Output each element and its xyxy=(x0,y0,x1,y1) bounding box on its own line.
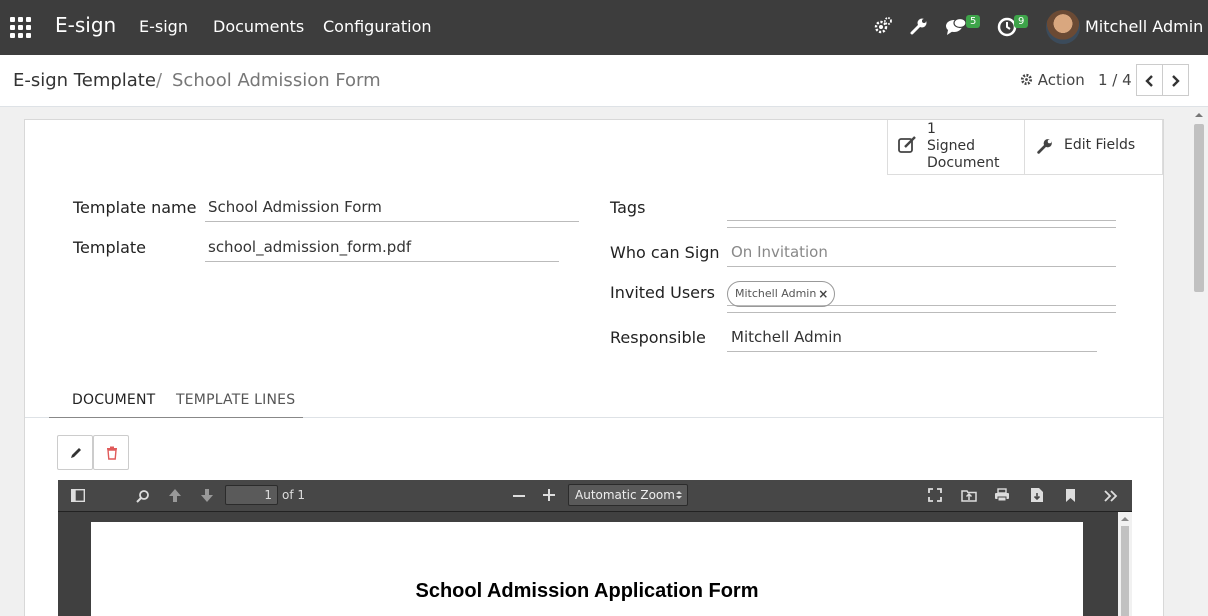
responsible-field[interactable]: Mitchell Admin xyxy=(727,328,1097,352)
remove-tag-icon[interactable]: × xyxy=(818,282,828,306)
previous-page-icon[interactable] xyxy=(168,488,182,503)
pencil-icon xyxy=(71,448,81,458)
signed-documents-stat-button[interactable]: 1 Signed Document xyxy=(887,120,1025,175)
zoom-value: Automatic Zoom xyxy=(575,488,675,502)
pdf-page: School Admission Application Form xyxy=(91,522,1083,616)
tags-label: Tags xyxy=(610,198,646,217)
chevron-left-icon xyxy=(1145,75,1153,87)
gear-icon xyxy=(1020,73,1033,86)
wrench-icon xyxy=(1037,139,1052,154)
messages-badge: 5 xyxy=(966,15,981,28)
zoom-out-icon[interactable] xyxy=(513,495,525,497)
scroll-up-arrow-icon xyxy=(1195,113,1203,117)
edit-document-icon xyxy=(898,136,916,153)
select-arrows-icon xyxy=(676,491,682,499)
page-total: of 1 xyxy=(282,488,306,502)
debug-gears-icon[interactable] xyxy=(872,15,894,37)
app-brand[interactable]: E-sign xyxy=(55,13,116,37)
tabs-underline xyxy=(49,417,303,418)
control-panel: E-sign Template / School Admission Form … xyxy=(0,55,1208,107)
breadcrumb-parent[interactable]: E-sign Template xyxy=(13,70,156,91)
chevron-right-icon xyxy=(1172,75,1180,87)
edit-document-button[interactable] xyxy=(57,435,93,470)
menu-configuration[interactable]: Configuration xyxy=(323,17,432,36)
sidebar-toggle-icon[interactable] xyxy=(71,489,85,502)
pdf-viewer[interactable]: School Admission Application Form xyxy=(58,512,1132,616)
pdf-toolbar: 1 of 1 Automatic Zoom xyxy=(58,480,1132,512)
page-scrollbar-thumb[interactable] xyxy=(1194,124,1204,292)
action-menu-button[interactable]: Action xyxy=(1020,71,1085,89)
edit-fields-button[interactable]: Edit Fields xyxy=(1024,120,1163,175)
trash-icon xyxy=(107,446,117,460)
pager-previous-button[interactable] xyxy=(1136,64,1163,96)
breadcrumb-current: School Admission Form xyxy=(172,70,381,91)
tags-input[interactable] xyxy=(727,227,1116,228)
signed-label-line2: Document xyxy=(927,155,1000,171)
edit-fields-label: Edit Fields xyxy=(1064,137,1136,153)
bookmark-icon[interactable] xyxy=(1065,488,1076,503)
template-label: Template xyxy=(73,238,147,257)
print-icon[interactable] xyxy=(994,488,1010,502)
notebook-tabs: DOCUMENT TEMPLATE LINES xyxy=(25,382,1163,418)
invited-users-input[interactable] xyxy=(727,312,1116,313)
breadcrumb-separator: / xyxy=(156,70,163,91)
zoom-in-icon[interactable] xyxy=(543,489,555,501)
invited-user-tag[interactable]: Mitchell Admin × xyxy=(727,281,836,307)
tools-chevron-icon[interactable] xyxy=(1103,490,1119,502)
user-name[interactable]: Mitchell Admin xyxy=(1085,17,1203,36)
top-navbar: E-sign E-sign Documents Configuration 5 … xyxy=(0,0,1208,55)
download-icon[interactable] xyxy=(1030,487,1044,503)
template-name-label: Template name xyxy=(73,198,197,217)
scroll-up-arrow-icon xyxy=(1121,517,1129,521)
who-can-sign-select[interactable]: On Invitation xyxy=(727,243,1116,267)
messages-icon[interactable] xyxy=(945,15,967,37)
action-label: Action xyxy=(1037,71,1085,89)
invited-user-tag-label: Mitchell Admin xyxy=(735,287,817,300)
page-scrollbar[interactable] xyxy=(1190,107,1208,616)
zoom-select[interactable]: Automatic Zoom xyxy=(568,484,688,506)
signed-label-line1: Signed xyxy=(927,138,976,154)
delete-document-button[interactable] xyxy=(93,435,129,470)
who-can-sign-label: Who can Sign xyxy=(610,243,720,262)
pager-next-button[interactable] xyxy=(1162,64,1189,96)
menu-documents[interactable]: Documents xyxy=(213,17,304,36)
pdf-scrollbar-thumb[interactable] xyxy=(1121,526,1129,616)
tab-document[interactable]: DOCUMENT xyxy=(72,392,155,408)
open-file-icon[interactable] xyxy=(961,488,977,502)
user-avatar[interactable] xyxy=(1046,10,1080,44)
page-number-input[interactable]: 1 xyxy=(225,485,278,505)
pager-value[interactable]: 1 / 4 xyxy=(1098,71,1132,89)
form-sheet: 1 Signed Document Edit Fields Template n… xyxy=(24,119,1164,616)
tags-input-line1 xyxy=(727,220,1116,221)
pdf-document-title: School Admission Application Form xyxy=(415,580,759,602)
menu-esign[interactable]: E-sign xyxy=(139,17,188,36)
tab-template-lines[interactable]: TEMPLATE LINES xyxy=(176,392,295,408)
search-icon[interactable] xyxy=(136,489,150,503)
signed-count: 1 xyxy=(927,121,936,137)
template-name-input[interactable]: School Admission Form xyxy=(205,198,579,222)
next-page-icon[interactable] xyxy=(200,488,214,503)
invited-users-label: Invited Users xyxy=(610,283,715,302)
responsible-label: Responsible xyxy=(610,328,706,347)
apps-menu-icon[interactable] xyxy=(10,17,31,38)
activities-badge: 9 xyxy=(1014,15,1029,28)
pdf-scrollbar[interactable] xyxy=(1118,512,1132,616)
template-file-field[interactable]: school_admission_form.pdf xyxy=(205,238,559,262)
presentation-mode-icon[interactable] xyxy=(928,488,942,502)
wrench-icon[interactable] xyxy=(908,15,930,37)
